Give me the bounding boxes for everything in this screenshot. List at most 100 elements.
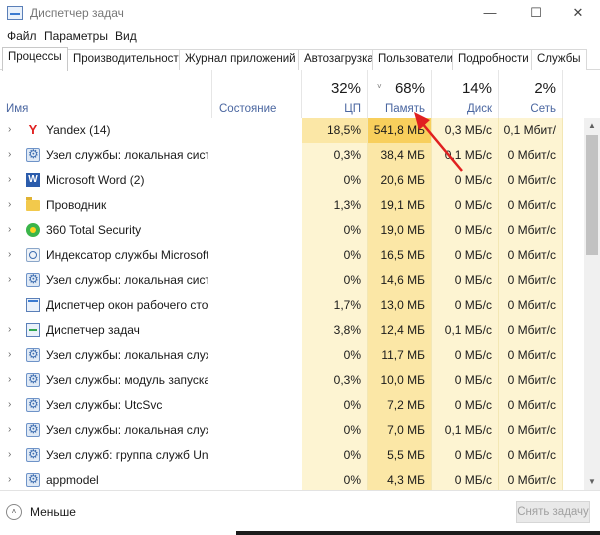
expand-chevron-icon[interactable]: ›: [8, 274, 11, 285]
table-row[interactable]: › appmodel 0%4,3 МБ0 МБ/с0 Мбит/с: [0, 468, 584, 490]
expand-chevron-icon[interactable]: ›: [8, 424, 11, 435]
network-value: 0 Мбит/с: [499, 193, 563, 218]
table-row[interactable]: › Диспетчер задач 3,8% 12,4 МБ 0,1 МБ/с 0 Мби…: [0, 318, 584, 343]
cpu-value: 18,5%: [302, 118, 368, 143]
tab-startup[interactable]: Автозагрузка: [298, 49, 380, 70]
tab-performance[interactable]: Производительность: [67, 49, 191, 70]
expand-chevron-icon[interactable]: ›: [8, 124, 11, 135]
taskbar-edge: [236, 531, 600, 535]
process-name: Узел службы: локальная служ...: [46, 348, 208, 362]
collapse-chevron-icon: ˄: [6, 504, 22, 520]
scroll-down-arrow-icon[interactable]: ▼: [584, 474, 600, 490]
network-label: Сеть: [530, 103, 556, 115]
cpu-value: 0,3%: [302, 368, 368, 393]
cpu-value: 0%: [302, 168, 368, 193]
expand-chevron-icon[interactable]: ›: [8, 474, 11, 485]
vertical-scrollbar[interactable]: ▲ ▼: [584, 118, 600, 490]
memory-value: 20,6 МБ: [368, 168, 432, 193]
table-row[interactable]: › W Microsoft Word (2) 0% 20,6 МБ 0 МБ/с 0 Мби…: [0, 168, 584, 193]
disk-value: 0 МБ/с: [432, 268, 499, 293]
column-header-cpu[interactable]: 32% ЦП: [302, 70, 368, 118]
table-row[interactable]: › Узел службы: модуль запуска ... 0,3%10,0…: [0, 368, 584, 393]
expand-chevron-icon[interactable]: ›: [8, 199, 11, 210]
table-row[interactable]: › Узел служб: группа служб Uni... 0%5,5 МБ…: [0, 443, 584, 468]
column-header-memory[interactable]: 68% Память: [368, 70, 432, 118]
memory-value: 13,0 МБ: [368, 293, 432, 318]
expand-chevron-icon[interactable]: ›: [8, 249, 11, 260]
footer-bar: ˄ Меньше Снять задачу: [0, 490, 600, 535]
memory-value: 541,8 МБ: [368, 118, 432, 143]
tab-details[interactable]: Подробности: [452, 49, 535, 70]
tab-app-history[interactable]: Журнал приложений: [179, 49, 302, 70]
cpu-label: ЦП: [344, 103, 361, 115]
disk-value: 0 МБ/с: [432, 393, 499, 418]
expand-chevron-icon[interactable]: ›: [8, 149, 11, 160]
memory-value: 4,3 МБ: [368, 468, 432, 490]
network-value: 0 Мбит/с: [499, 393, 563, 418]
table-row[interactable]: Диспетчер окон рабочего стола 1,7% 13,0 МБ…: [0, 293, 584, 318]
network-value: 0 Мбит/с: [499, 343, 563, 368]
disk-value: 0,1 МБ/с: [432, 318, 499, 343]
table-row[interactable]: › 360 Total Security 0% 19,0 МБ 0 МБ/с 0 Мбит…: [0, 218, 584, 243]
column-header-network[interactable]: 2% Сеть: [499, 70, 563, 118]
cpu-value: 3,8%: [302, 318, 368, 343]
process-name: appmodel: [46, 473, 99, 487]
scroll-up-arrow-icon[interactable]: ▲: [584, 118, 600, 134]
expand-chevron-icon[interactable]: ›: [8, 449, 11, 460]
word-icon: W: [26, 173, 40, 187]
network-value: 0 Мбит/с: [499, 243, 563, 268]
expand-chevron-icon[interactable]: ›: [8, 224, 11, 235]
table-row[interactable]: › Y Yandex (14) 18,5% 541,8 МБ 0,3 МБ/с 0,1 Мб…: [0, 118, 584, 162]
expand-chevron-icon[interactable]: ›: [8, 174, 11, 185]
end-task-button[interactable]: Снять задачу: [516, 501, 590, 523]
tab-processes[interactable]: Процессы: [2, 47, 68, 71]
process-name: Узел службы: локальная систе...: [46, 148, 208, 162]
process-name: Узел службы: локальная систе...: [46, 273, 208, 287]
tab-services[interactable]: Службы: [531, 49, 587, 70]
table-row[interactable]: › Проводник 1,3% 19,1 МБ 0 МБ/с 0 Мбит/с: [0, 193, 584, 218]
table-row[interactable]: › Узел службы: локальная служ... 0%11,7 МБ…: [0, 343, 584, 368]
cpu-value: 0%: [302, 243, 368, 268]
table-row[interactable]: ›Узел службы: локальная служ...0%7,0 МБ0…: [0, 418, 584, 443]
process-name: Узел службы: модуль запуска ...: [46, 373, 208, 387]
network-value: 0,1 Мбит/с: [499, 118, 563, 162]
menu-file[interactable]: Файл: [7, 29, 37, 43]
maximize-button[interactable]: ☐: [514, 0, 558, 27]
network-value: 0 Мбит/с: [499, 318, 563, 343]
tab-users[interactable]: Пользователи: [372, 49, 460, 70]
disk-value: 0 МБ/с: [432, 168, 499, 193]
table-row[interactable]: › Узел службы: локальная систе... 0%14,6 М…: [0, 268, 584, 293]
disk-value: 0 МБ/с: [432, 343, 499, 368]
fewer-details-label: Меньше: [30, 505, 76, 519]
disk-value: 0 МБ/с: [432, 443, 499, 468]
expand-chevron-icon[interactable]: ›: [8, 349, 11, 360]
memory-value: 16,5 МБ: [368, 243, 432, 268]
menu-view[interactable]: Вид: [115, 29, 137, 43]
cpu-value: 0%: [302, 343, 368, 368]
scroll-thumb[interactable]: [586, 135, 598, 255]
column-header-name[interactable]: Имя: [0, 70, 212, 118]
process-name: Диспетчер задач: [46, 323, 140, 337]
process-name: Узел служб: группа служб Uni...: [46, 448, 208, 462]
column-header-disk[interactable]: 14% Диск: [432, 70, 499, 118]
table-row[interactable]: › Узел службы: UtcSvc 0%7,2 МБ0 МБ/с0 Мбит…: [0, 393, 584, 418]
memory-value: 11,7 МБ: [368, 343, 432, 368]
cpu-value: 0%: [302, 418, 368, 443]
minimize-button[interactable]: —: [468, 0, 512, 27]
expand-chevron-icon[interactable]: ›: [8, 399, 11, 410]
close-button[interactable]: ✕: [556, 0, 600, 27]
column-header-state[interactable]: Состояние: [212, 70, 302, 118]
process-name: Диспетчер окон рабочего стола: [46, 298, 208, 312]
memory-value: 19,0 МБ: [368, 218, 432, 243]
expand-chevron-icon[interactable]: ›: [8, 374, 11, 385]
disk-value: 0 МБ/с: [432, 468, 499, 490]
expand-chevron-icon[interactable]: ›: [8, 324, 11, 335]
table-row[interactable]: › Индексатор службы Microsoft ... 0% 16,5 М…: [0, 243, 584, 268]
network-value: 0 Мбит/с: [499, 293, 563, 318]
tab-strip: Процессы Производительность Журнал прило…: [0, 47, 600, 71]
cpu-value: 0%: [302, 393, 368, 418]
table-row[interactable]: › Узел службы: локальная систе... 0,3%38,4…: [0, 143, 584, 168]
menu-options[interactable]: Параметры: [44, 29, 108, 43]
indexer-icon: [26, 248, 40, 262]
disk-value: 0,3 МБ/с: [432, 118, 499, 143]
